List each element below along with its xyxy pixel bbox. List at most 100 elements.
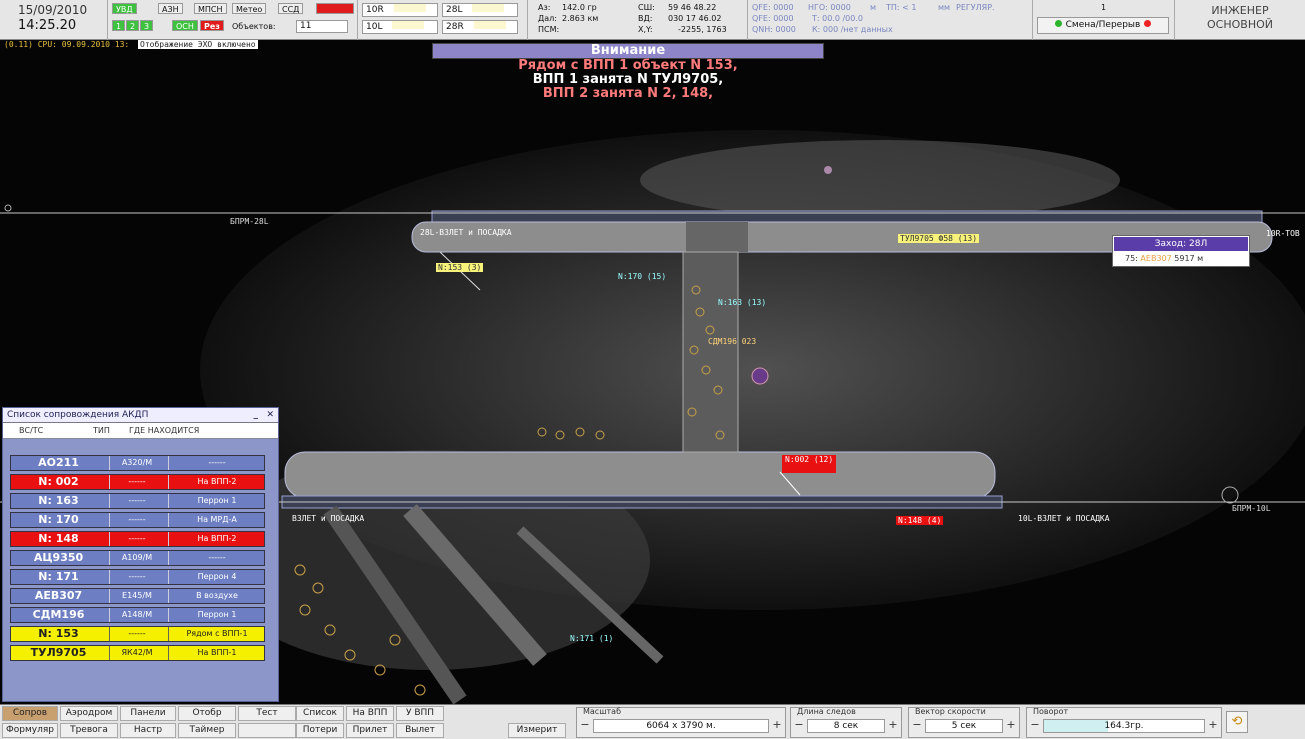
azimuth-value: 142.0 гр (562, 3, 597, 12)
aircraft-tag-sdm196[interactable]: СДМ196 023 (708, 337, 756, 346)
scale-control: Масштаб − 6064 x 3790 м. + (576, 707, 786, 738)
minimize-icon[interactable]: _ (254, 408, 259, 423)
meteo-readout: QFE: 0000 НГО: 0000 м ТП: < 1 мм РЕГУЛЯР… (748, 0, 1033, 40)
cmd-button-b2-1[interactable]: Тревога (60, 723, 118, 738)
vehicle-tag-153[interactable]: N:153 (3) (436, 263, 484, 272)
row-callsign: АО211 (38, 456, 79, 469)
mpsn-toggle[interactable]: МПСН (194, 3, 227, 14)
rotation-decrease-button[interactable]: − (1029, 719, 1041, 733)
objects-label: Объектов: (232, 22, 276, 31)
time-display: 14:25.20 (18, 18, 77, 33)
scale-increase-button[interactable]: + (771, 719, 783, 733)
cmd-button-b3-2[interactable]: У ВПП (396, 706, 444, 721)
row-location: На ВПП-2 (168, 475, 265, 489)
cmd-button-b2-3[interactable]: Таймер (178, 723, 236, 738)
trail-value: 8 сек (807, 719, 885, 733)
approach-info[interactable]: Заход: 28Л 75: АЕВ307 5917 м (1112, 235, 1250, 267)
channel-3-toggle[interactable]: 3 (140, 20, 154, 31)
ssd-toggle[interactable]: ССД (278, 3, 304, 14)
cmd-button-b3-1[interactable]: На ВПП (346, 706, 394, 721)
tracking-row[interactable]: N: 148 ------ На ВПП-2 (10, 531, 265, 547)
shift-change-button[interactable]: Смена/Перерыв (1037, 17, 1169, 34)
cmd-button-b1-0[interactable]: Сопров (2, 706, 58, 721)
row-location: Перрон 1 (168, 494, 265, 508)
measure-button[interactable]: Измерит (508, 723, 566, 738)
tracking-row[interactable]: N: 163 ------ Перрон 1 (10, 493, 265, 509)
approach-callsign: АЕВ307 (1140, 254, 1172, 263)
cmd-button-b1-1[interactable]: Аэродром (60, 706, 118, 721)
cmd-button-b4-1[interactable]: Прилет (346, 723, 394, 738)
row-type: А320/М (109, 456, 164, 470)
tracking-row[interactable]: N: 002 ------ На ВПП-2 (10, 474, 265, 490)
runway-28r[interactable]: 28R (442, 20, 518, 34)
scale-decrease-button[interactable]: − (579, 719, 591, 733)
tracking-row[interactable]: АЕВ307 Е145/М В воздухе (10, 588, 265, 604)
vehicle-tag-171[interactable]: N:171 (1) (570, 634, 613, 643)
rotation-value: 164.3гр. (1043, 719, 1205, 733)
tracking-row[interactable]: АЦ9350 А109/М ------ (10, 550, 265, 566)
aircraft-tag-tul9705[interactable]: ТУЛ9705 Ф58 (13) (898, 234, 980, 243)
cmd-button-b2-0[interactable]: Формуляр (2, 723, 58, 738)
trail-length-control: Длина следов − 8 сек + (790, 707, 902, 738)
channel-2-toggle[interactable]: 2 (126, 20, 140, 31)
rotation-control: Поворот − 164.3гр. + (1026, 707, 1222, 738)
vehicle-tag-163[interactable]: N:163 (13) (718, 298, 766, 307)
runway-28l[interactable]: 28L (442, 3, 518, 17)
reset-rotation-icon[interactable]: ⟲ (1226, 711, 1248, 733)
tracking-list-panel[interactable]: Список сопровождения АКДП _ ✕ ВС/ТС ТИП … (2, 407, 279, 702)
trail-increase-button[interactable]: + (887, 719, 899, 733)
top-toolbar: 15/09/2010 14:25.20 УВД АЗН МПСН Метео С… (0, 0, 1305, 40)
approach-title: Заход: 28Л (1114, 237, 1248, 251)
cmd-button-b1-4[interactable]: Тест (238, 706, 296, 721)
tracking-row[interactable]: АО211 А320/М ------ (10, 455, 265, 471)
vehicle-tag-002[interactable]: N:002 (12) (782, 455, 837, 473)
row-callsign: N: 002 (38, 475, 79, 488)
row-callsign: СДМ196 (32, 608, 85, 621)
tracking-row[interactable]: N: 171 ------ Перрон 4 (10, 569, 265, 585)
close-icon[interactable]: ✕ (266, 408, 274, 423)
vector-decrease-button[interactable]: − (911, 719, 923, 733)
uvd-toggle[interactable]: УВД (112, 3, 137, 14)
status-green-icon (1054, 20, 1062, 27)
vector-increase-button[interactable]: + (1005, 719, 1017, 733)
tracking-row[interactable]: ТУЛ9705 ЯК42/М На ВПП-1 (10, 645, 265, 661)
row-callsign: АЦ9350 (33, 551, 84, 564)
warning-banner: Внимание Рядом с ВПП 1 объект N 153, ВПП… (432, 43, 824, 101)
role-panel[interactable]: ИНЖЕНЕР ОСНОВНОЙ (1175, 0, 1305, 40)
row-callsign: N: 163 (38, 494, 79, 507)
tracking-row[interactable]: СДМ196 А148/М Перрон 1 (10, 607, 265, 623)
status-red-icon (1144, 20, 1152, 27)
rotation-increase-button[interactable]: + (1207, 719, 1219, 733)
runway-10l[interactable]: 10L (362, 20, 438, 34)
vector-value: 5 сек (925, 719, 1003, 733)
cmd-button-b2-2[interactable]: Настр (120, 723, 176, 738)
vehicle-tag-170[interactable]: N:170 (15) (618, 272, 666, 281)
channel-1-toggle[interactable]: 1 (112, 20, 126, 31)
main-toggle[interactable]: ОСН (172, 20, 198, 31)
clock-panel: 15/09/2010 14:25.20 (0, 0, 108, 40)
cmd-button-b1-3[interactable]: Отобр (178, 706, 236, 721)
trail-decrease-button[interactable]: − (793, 719, 805, 733)
cmd-button-b4-2[interactable]: Вылет (396, 723, 444, 738)
row-type: А148/М (109, 608, 164, 622)
xy-value: -2255, 1763 (678, 25, 727, 34)
cmd-button-b3-0[interactable]: Список (296, 706, 344, 721)
row-callsign: N: 171 (38, 570, 79, 583)
row-callsign: N: 148 (38, 532, 79, 545)
reserve-toggle[interactable]: Рез (200, 20, 224, 31)
vehicle-tag-148[interactable]: N:148 (4) (896, 516, 944, 525)
azn-toggle[interactable]: АЗН (158, 3, 183, 14)
runway-panel: 10R 28L 10L 28R (358, 0, 528, 40)
cmd-button-b1-2[interactable]: Панели (120, 706, 176, 721)
row-location: На ВПП-1 (168, 646, 265, 660)
cmd-button-b4-0[interactable]: Потери (296, 723, 344, 738)
panel-title-bar[interactable]: Список сопровождения АКДП _ ✕ (3, 408, 278, 423)
runway-10r[interactable]: 10R (362, 3, 438, 17)
alarm-indicator[interactable] (316, 3, 354, 14)
meteo-toggle[interactable]: Метео (232, 3, 267, 14)
tracking-row[interactable]: N: 170 ------ На МРД-А (10, 512, 265, 528)
panel-title: Список сопровождения АКДП (7, 410, 149, 420)
cmd-button-b2-4[interactable] (238, 723, 296, 738)
tracking-row[interactable]: N: 153 ------ Рядом с ВПП-1 (10, 626, 265, 642)
row-location: В воздухе (168, 589, 265, 603)
